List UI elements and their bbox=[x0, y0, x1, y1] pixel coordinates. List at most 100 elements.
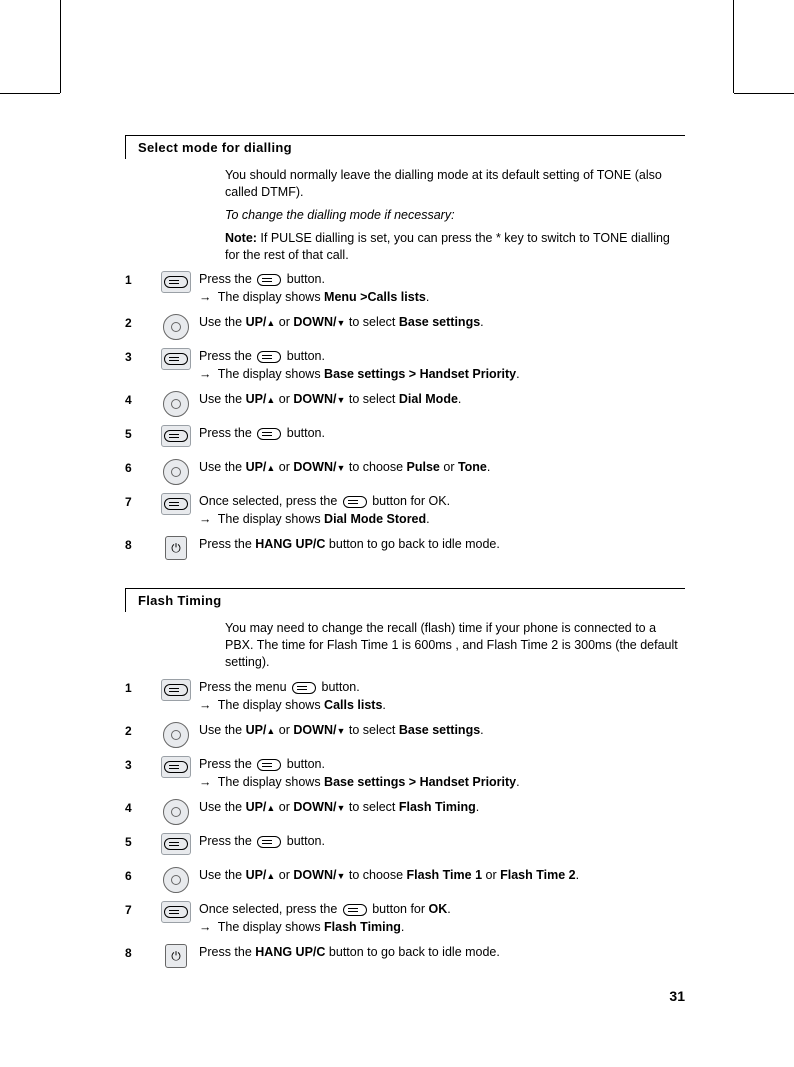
step-text: Once selected, press the button for OK. … bbox=[199, 491, 685, 528]
step-number: 7 bbox=[125, 899, 153, 917]
intro-text: You should normally leave the dialling m… bbox=[225, 167, 685, 201]
page-number: 31 bbox=[669, 988, 685, 1004]
step-4: 4 Use the UP/ or DOWN/ to select Dial Mo… bbox=[125, 389, 685, 417]
up-arrow-icon bbox=[266, 392, 275, 406]
nav-pad-icon bbox=[153, 865, 199, 893]
menu-button-icon bbox=[153, 831, 199, 855]
step-number: 8 bbox=[125, 534, 153, 552]
note-text: Note: If PULSE dialling is set, you can … bbox=[225, 230, 685, 264]
step-text: Use the UP/ or DOWN/ to choose Pulse or … bbox=[199, 457, 685, 477]
step-number: 5 bbox=[125, 423, 153, 441]
step-number: 1 bbox=[125, 269, 153, 287]
step-number: 5 bbox=[125, 831, 153, 849]
step-text: Press the button. bbox=[199, 831, 685, 851]
step-text: Once selected, press the button for OK. … bbox=[199, 899, 685, 936]
step-text: Press the button. The display shows Base… bbox=[199, 754, 685, 791]
menu-button-icon bbox=[153, 346, 199, 370]
arrow-icon bbox=[199, 775, 215, 789]
step-6: 6 Use the UP/ or DOWN/ to choose Flash T… bbox=[125, 865, 685, 893]
crop-mark bbox=[734, 93, 794, 94]
step-2: 2 Use the UP/ or DOWN/ to select Base se… bbox=[125, 720, 685, 748]
step-text: Use the UP/ or DOWN/ to choose Flash Tim… bbox=[199, 865, 685, 885]
arrow-icon bbox=[199, 698, 215, 712]
step-text: Use the UP/ or DOWN/ to select Base sett… bbox=[199, 312, 685, 332]
up-arrow-icon bbox=[266, 723, 275, 737]
step-text: Press the HANG UP/C button to go back to… bbox=[199, 942, 685, 962]
note-body: If PULSE dialling is set, you can press … bbox=[225, 231, 670, 262]
nav-pad-icon bbox=[153, 457, 199, 485]
step-3: 3 Press the button. The display shows Ba… bbox=[125, 754, 685, 791]
step-5: 5 Press the button. bbox=[125, 831, 685, 859]
intro-text: You may need to change the recall (flash… bbox=[225, 620, 685, 671]
step-text: Use the UP/ or DOWN/ to select Dial Mode… bbox=[199, 389, 685, 409]
step-text: Press the menu button. The display shows… bbox=[199, 677, 685, 714]
steps-list: 1 Press the menu button. The display sho… bbox=[125, 677, 685, 970]
up-arrow-icon bbox=[266, 868, 275, 882]
step-1: 1 Press the button. The display shows Me… bbox=[125, 269, 685, 306]
step-text: Press the button. The display shows Menu… bbox=[199, 269, 685, 306]
step-number: 3 bbox=[125, 346, 153, 364]
arrow-icon bbox=[199, 367, 215, 381]
crop-mark bbox=[60, 0, 61, 93]
menu-button-icon bbox=[153, 491, 199, 515]
menu-button-icon bbox=[257, 274, 281, 286]
step-number: 2 bbox=[125, 720, 153, 738]
step-3: 3 Press the button. The display shows Ba… bbox=[125, 346, 685, 383]
step-number: 3 bbox=[125, 754, 153, 772]
arrow-icon bbox=[199, 290, 215, 304]
menu-button-icon bbox=[343, 904, 367, 916]
step-number: 8 bbox=[125, 942, 153, 960]
step-8: 8 ⏻ Press the HANG UP/C button to go bac… bbox=[125, 534, 685, 562]
up-arrow-icon bbox=[266, 460, 275, 474]
up-arrow-icon bbox=[266, 315, 275, 329]
up-arrow-icon bbox=[266, 800, 275, 814]
note-label: Note: bbox=[225, 231, 257, 245]
menu-button-icon bbox=[257, 759, 281, 771]
menu-button-icon bbox=[257, 836, 281, 848]
menu-button-icon bbox=[292, 682, 316, 694]
menu-button-icon bbox=[257, 351, 281, 363]
menu-button-icon bbox=[343, 496, 367, 508]
step-number: 4 bbox=[125, 389, 153, 407]
step-number: 6 bbox=[125, 457, 153, 475]
menu-button-icon bbox=[153, 269, 199, 293]
step-1: 1 Press the menu button. The display sho… bbox=[125, 677, 685, 714]
step-number: 6 bbox=[125, 865, 153, 883]
crop-mark bbox=[0, 93, 60, 94]
steps-list: 1 Press the button. The display shows Me… bbox=[125, 269, 685, 562]
intro-italic: To change the dialling mode if necessary… bbox=[225, 207, 685, 224]
nav-pad-icon bbox=[153, 312, 199, 340]
arrow-icon bbox=[199, 920, 215, 934]
menu-button-icon bbox=[257, 428, 281, 440]
nav-pad-icon bbox=[153, 720, 199, 748]
step-text: Press the button. bbox=[199, 423, 685, 443]
section-title-flash: Flash Timing bbox=[125, 588, 685, 612]
page-content: Select mode for dialling You should norm… bbox=[125, 135, 685, 976]
menu-button-icon bbox=[153, 754, 199, 778]
step-7: 7 Once selected, press the button for OK… bbox=[125, 899, 685, 936]
menu-button-icon bbox=[153, 677, 199, 701]
hangup-icon: ⏻ bbox=[153, 942, 199, 968]
step-number: 1 bbox=[125, 677, 153, 695]
section-title-dialling: Select mode for dialling bbox=[125, 135, 685, 159]
step-text: Use the UP/ or DOWN/ to select Flash Tim… bbox=[199, 797, 685, 817]
step-5: 5 Press the button. bbox=[125, 423, 685, 451]
menu-button-icon bbox=[153, 899, 199, 923]
step-6: 6 Use the UP/ or DOWN/ to choose Pulse o… bbox=[125, 457, 685, 485]
step-number: 7 bbox=[125, 491, 153, 509]
step-text: Press the button. The display shows Base… bbox=[199, 346, 685, 383]
step-7: 7 Once selected, press the button for OK… bbox=[125, 491, 685, 528]
step-2: 2 Use the UP/ or DOWN/ to select Base se… bbox=[125, 312, 685, 340]
hangup-icon: ⏻ bbox=[153, 534, 199, 560]
nav-pad-icon bbox=[153, 797, 199, 825]
step-8: 8 ⏻ Press the HANG UP/C button to go bac… bbox=[125, 942, 685, 970]
crop-mark bbox=[733, 0, 734, 93]
nav-pad-icon bbox=[153, 389, 199, 417]
menu-button-icon bbox=[153, 423, 199, 447]
arrow-icon bbox=[199, 512, 215, 526]
step-text: Use the UP/ or DOWN/ to select Base sett… bbox=[199, 720, 685, 740]
step-text: Press the HANG UP/C button to go back to… bbox=[199, 534, 685, 554]
step-number: 4 bbox=[125, 797, 153, 815]
step-4: 4 Use the UP/ or DOWN/ to select Flash T… bbox=[125, 797, 685, 825]
step-number: 2 bbox=[125, 312, 153, 330]
